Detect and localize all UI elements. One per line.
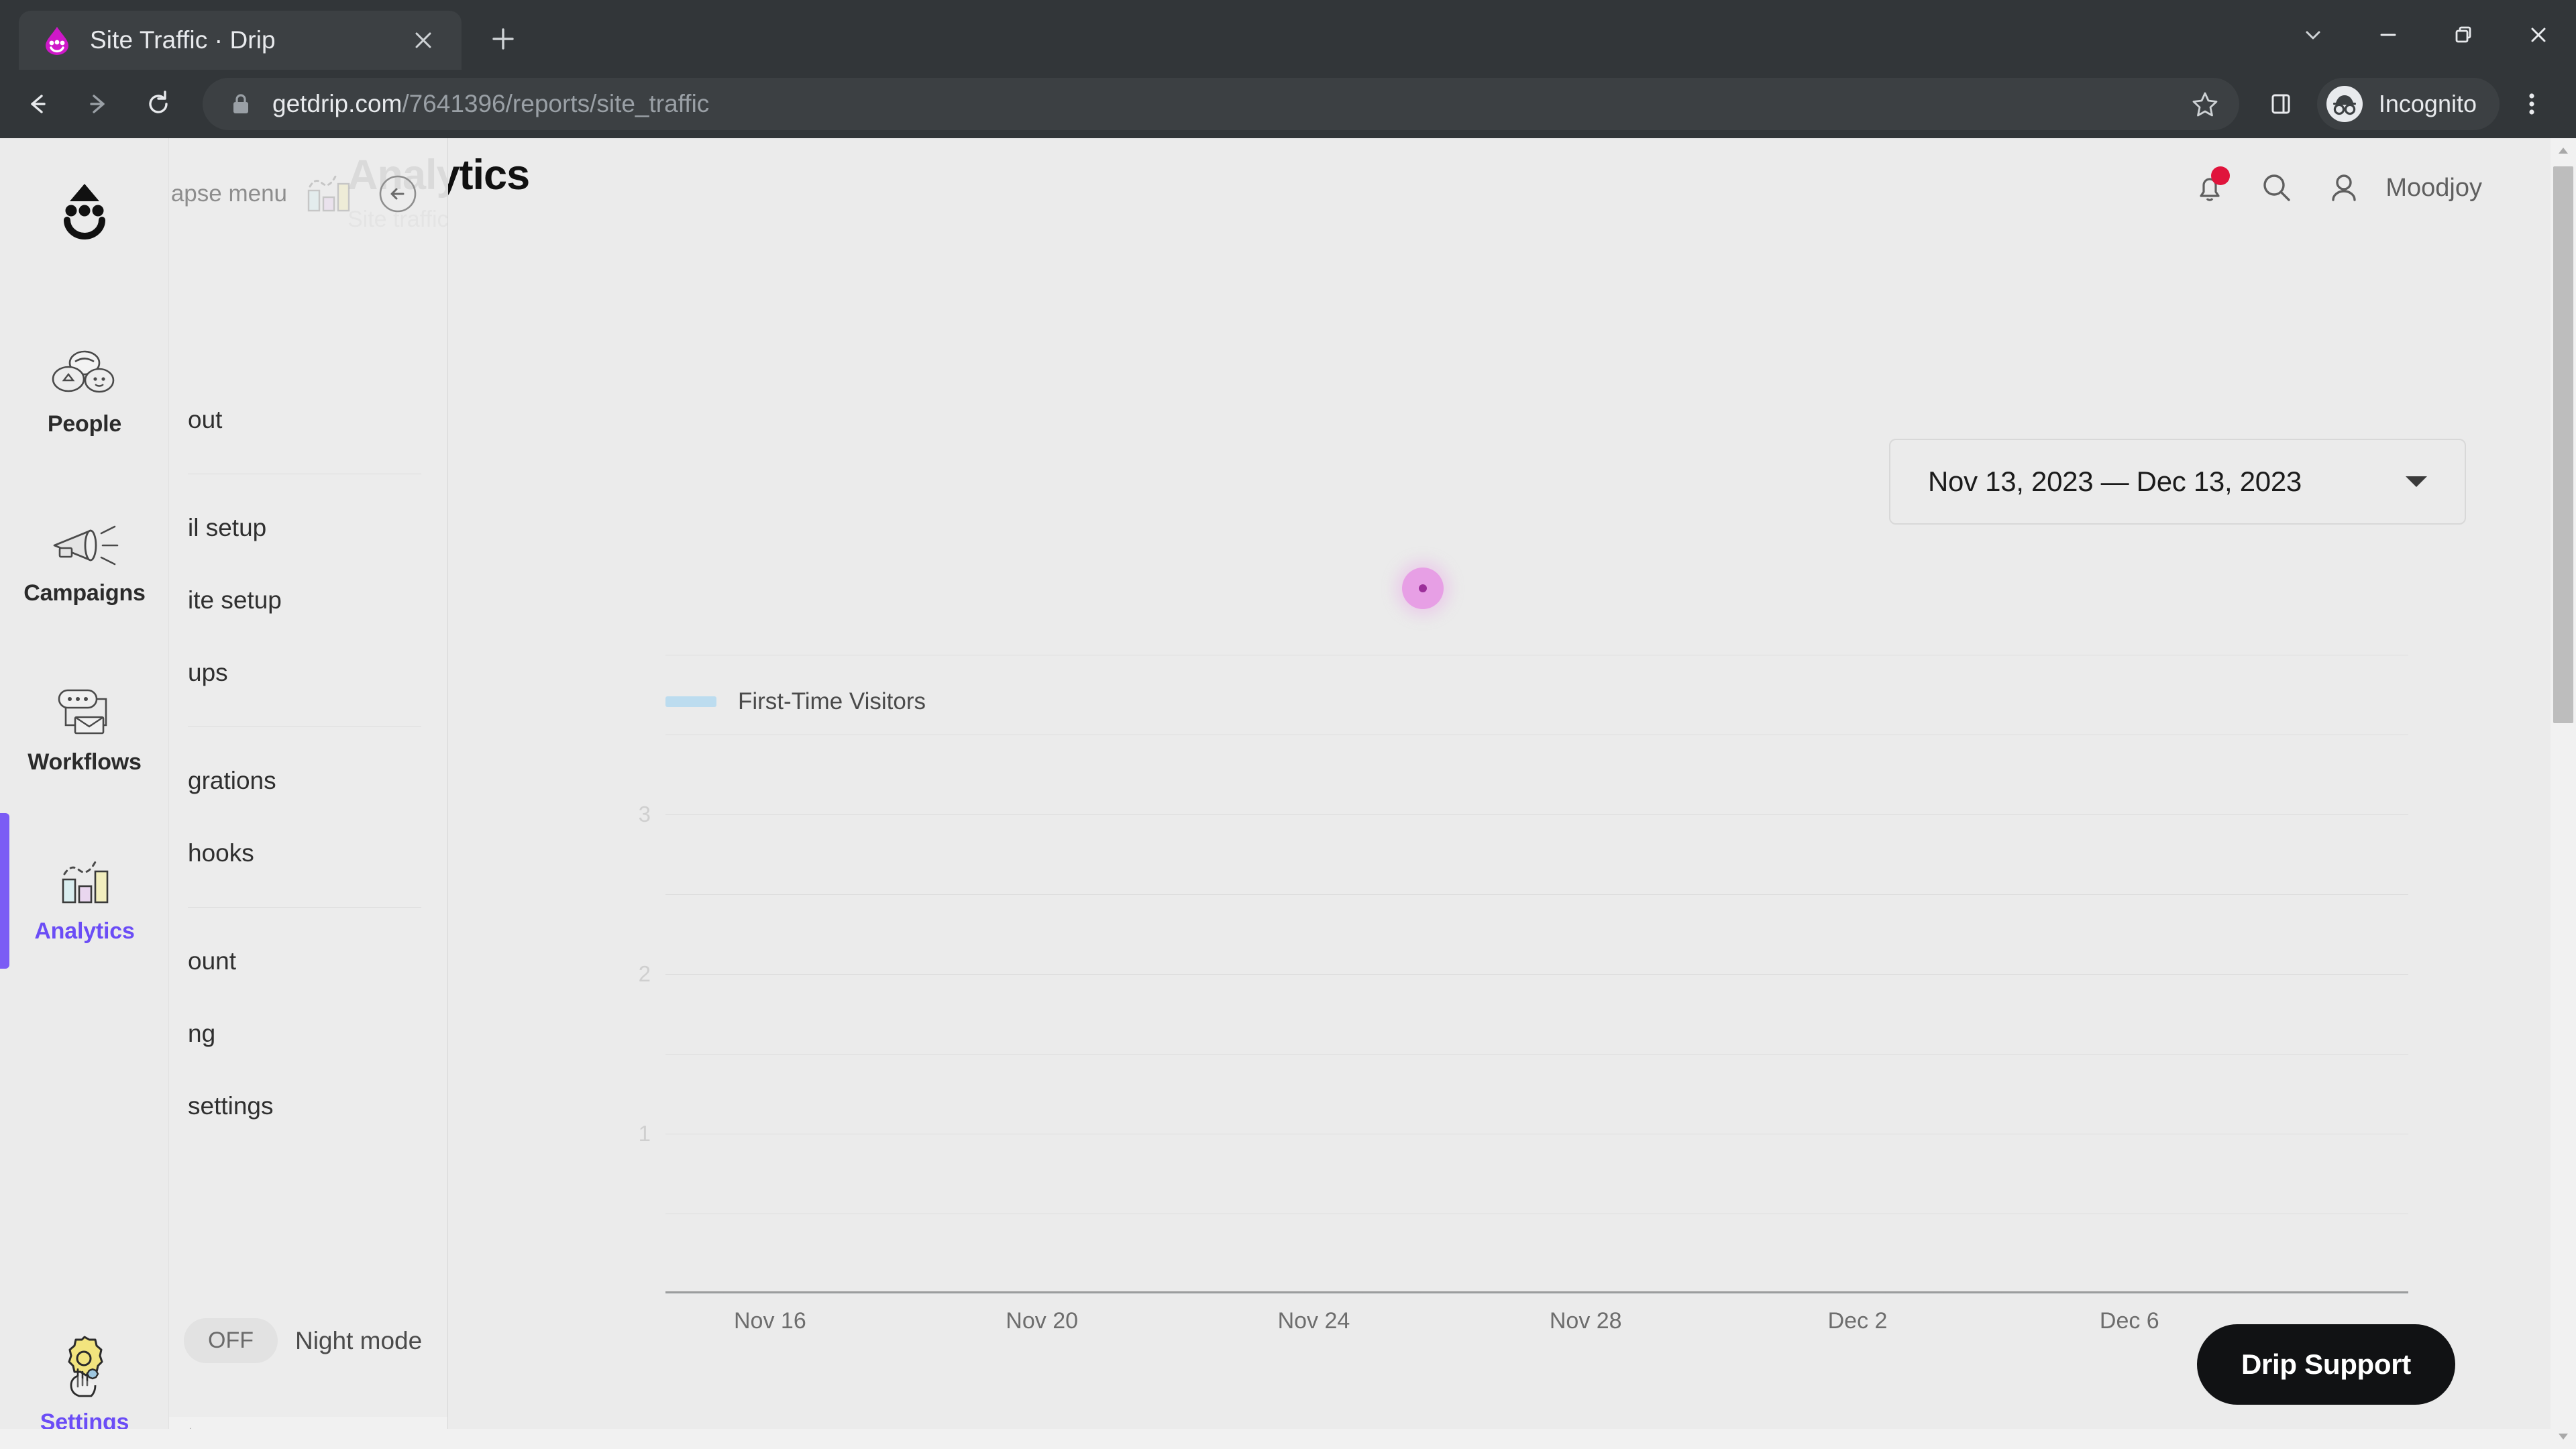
date-range-picker[interactable]: Nov 13, 2023 — Dec 13, 2023 (1889, 439, 2466, 525)
chevron-down-icon (2403, 473, 2430, 490)
chart-y-tick: 3 (638, 802, 651, 826)
bar-chart-icon (50, 838, 119, 910)
close-tab-icon[interactable] (405, 22, 441, 58)
notification-bell-icon[interactable] (2191, 166, 2231, 207)
restore-icon[interactable] (2426, 0, 2501, 70)
settings-menu-item[interactable]: settings (169, 1070, 447, 1142)
primary-nav-rail: People Campaigns Workflows Analytics Set… (0, 138, 169, 1449)
window-controls (2275, 0, 2576, 70)
chart-x-tick: Nov 24 (1277, 1308, 1350, 1334)
account-name[interactable]: Moodjoy (2385, 174, 2482, 203)
tab-title: Site Traffic · Drip (90, 26, 276, 54)
url-path: /7641396/reports/site_traffic (402, 90, 710, 117)
bar-chart-icon (302, 169, 360, 219)
chart-y-tick: 1 (638, 1121, 651, 1146)
settings-menu-item[interactable]: ite setup (169, 564, 447, 637)
date-range-value: Nov 13, 2023 — Dec 13, 2023 (1928, 466, 2302, 497)
settings-menu-item[interactable]: ups (169, 637, 447, 709)
settings-menu-item[interactable]: ng (169, 998, 447, 1070)
drip-logo-icon (42, 25, 72, 56)
sidebar-item-people[interactable]: People (0, 299, 169, 468)
search-icon[interactable] (2258, 169, 2296, 207)
settings-overlay-panel: apse menu out il setup ite setup ups gra… (169, 138, 448, 1449)
chart-x-tick: Nov 20 (1006, 1308, 1079, 1334)
star-icon[interactable] (2191, 90, 2219, 118)
gear-hand-icon (51, 1332, 118, 1403)
sidebar-item-campaigns[interactable]: Campaigns (0, 468, 169, 637)
minimize-icon[interactable] (2351, 0, 2426, 70)
sidebar-item-workflows[interactable]: Workflows (0, 637, 169, 806)
chart-x-tick: Dec 6 (2099, 1308, 2159, 1334)
header-actions: Moodjoy (2191, 166, 2482, 207)
tab-strip: Site Traffic · Drip (0, 0, 2576, 70)
sidebar-item-analytics[interactable]: Analytics (0, 806, 169, 975)
collapse-left-icon[interactable] (374, 170, 421, 217)
page-viewport: Analytics Site traffic Moodjoy (0, 138, 2576, 1449)
sidebar-item-label: People (47, 411, 122, 437)
settings-menu-list: out il setup ite setup ups grations hooks ount… (169, 384, 447, 1142)
settings-menu-item[interactable]: ount (169, 925, 447, 998)
menu-separator (188, 907, 421, 908)
settings-menu-item[interactable]: grations (169, 745, 447, 817)
chart-legend: First-Time Visitors (665, 688, 926, 715)
collapse-menu-row[interactable]: apse menu (169, 169, 447, 219)
back-icon[interactable] (9, 76, 66, 132)
page-horizontal-scrollbar[interactable] (0, 1429, 2576, 1449)
three-dot-menu-icon[interactable] (2504, 76, 2560, 132)
site-traffic-chart: First-Time Visitors 1 2 3 Nov 16 Nov 20 Nov 2… (518, 655, 2408, 1334)
night-mode-toggle[interactable]: OFF Night mode (169, 1318, 447, 1363)
reload-icon[interactable] (130, 76, 186, 132)
browser-window: Site Traffic · Drip getdrip.com/7641396/… (0, 0, 2576, 1449)
megaphone-icon (48, 500, 121, 572)
drip-support-button[interactable]: Drip Support (2196, 1324, 2455, 1405)
legend-swatch-first-time-visitors (665, 696, 716, 707)
chart-series-layer (665, 655, 2408, 1293)
incognito-badge[interactable]: Incognito (2316, 78, 2500, 130)
address-bar[interactable]: getdrip.com/7641396/reports/site_traffic (203, 78, 2239, 130)
main-content: Analytics Site traffic Moodjoy (169, 138, 2576, 1449)
collapse-menu-label: apse menu (170, 180, 287, 207)
scroll-up-icon[interactable] (2551, 138, 2576, 164)
chart-gridline (665, 1293, 2408, 1294)
page-vertical-scrollbar[interactable] (2551, 138, 2576, 1449)
vertical-scrollbar-thumb[interactable] (2553, 166, 2573, 723)
incognito-label: Incognito (2378, 90, 2477, 117)
legend-label-first-time-visitors: First-Time Visitors (738, 688, 926, 714)
url-text: getdrip.com/7641396/reports/site_traffic (272, 90, 2171, 118)
drip-smiley-logo[interactable] (0, 177, 169, 247)
url-domain: getdrip.com (272, 90, 402, 117)
night-mode-state: OFF (184, 1318, 278, 1363)
chart-x-tick: Nov 16 (734, 1308, 806, 1334)
settings-menu-item[interactable]: hooks (169, 817, 447, 890)
tab-search-icon[interactable] (2275, 0, 2351, 70)
close-icon[interactable] (2501, 0, 2576, 70)
sidebar-item-label: Campaigns (23, 580, 146, 606)
chart-plot-area[interactable]: 1 2 3 Nov 16 Nov 20 Nov 24 Nov 28 Dec 2 Dec 6 (639, 655, 2408, 1334)
chart-x-tick: Nov 28 (1549, 1308, 1622, 1334)
workflow-icon (50, 669, 119, 741)
side-panel-icon[interactable] (2253, 76, 2309, 132)
scroll-down-icon[interactable] (2551, 1424, 2576, 1449)
lock-icon (229, 91, 252, 117)
chart-x-tick: Dec 2 (1827, 1308, 1888, 1334)
forward-icon[interactable] (70, 76, 126, 132)
people-icon (50, 331, 119, 403)
night-mode-label: Night mode (294, 1326, 423, 1354)
sidebar-item-settings[interactable]: Settings (0, 1332, 169, 1436)
chart-y-tick: 2 (638, 961, 651, 986)
cursor-click-indicator (1402, 568, 1444, 609)
incognito-icon (2324, 83, 2365, 125)
browser-toolbar: getdrip.com/7641396/reports/site_traffic… (0, 70, 2576, 138)
sidebar-item-label: Analytics (34, 918, 135, 944)
sidebar-item-label: Workflows (28, 749, 142, 775)
person-icon[interactable] (2325, 169, 2363, 207)
nav-items: People Campaigns Workflows Analytics (0, 299, 169, 975)
new-tab-button[interactable] (476, 12, 530, 66)
settings-menu-item[interactable]: out (169, 384, 447, 456)
browser-tab[interactable]: Site Traffic · Drip (19, 11, 462, 70)
settings-menu-item[interactable]: il setup (169, 492, 447, 564)
